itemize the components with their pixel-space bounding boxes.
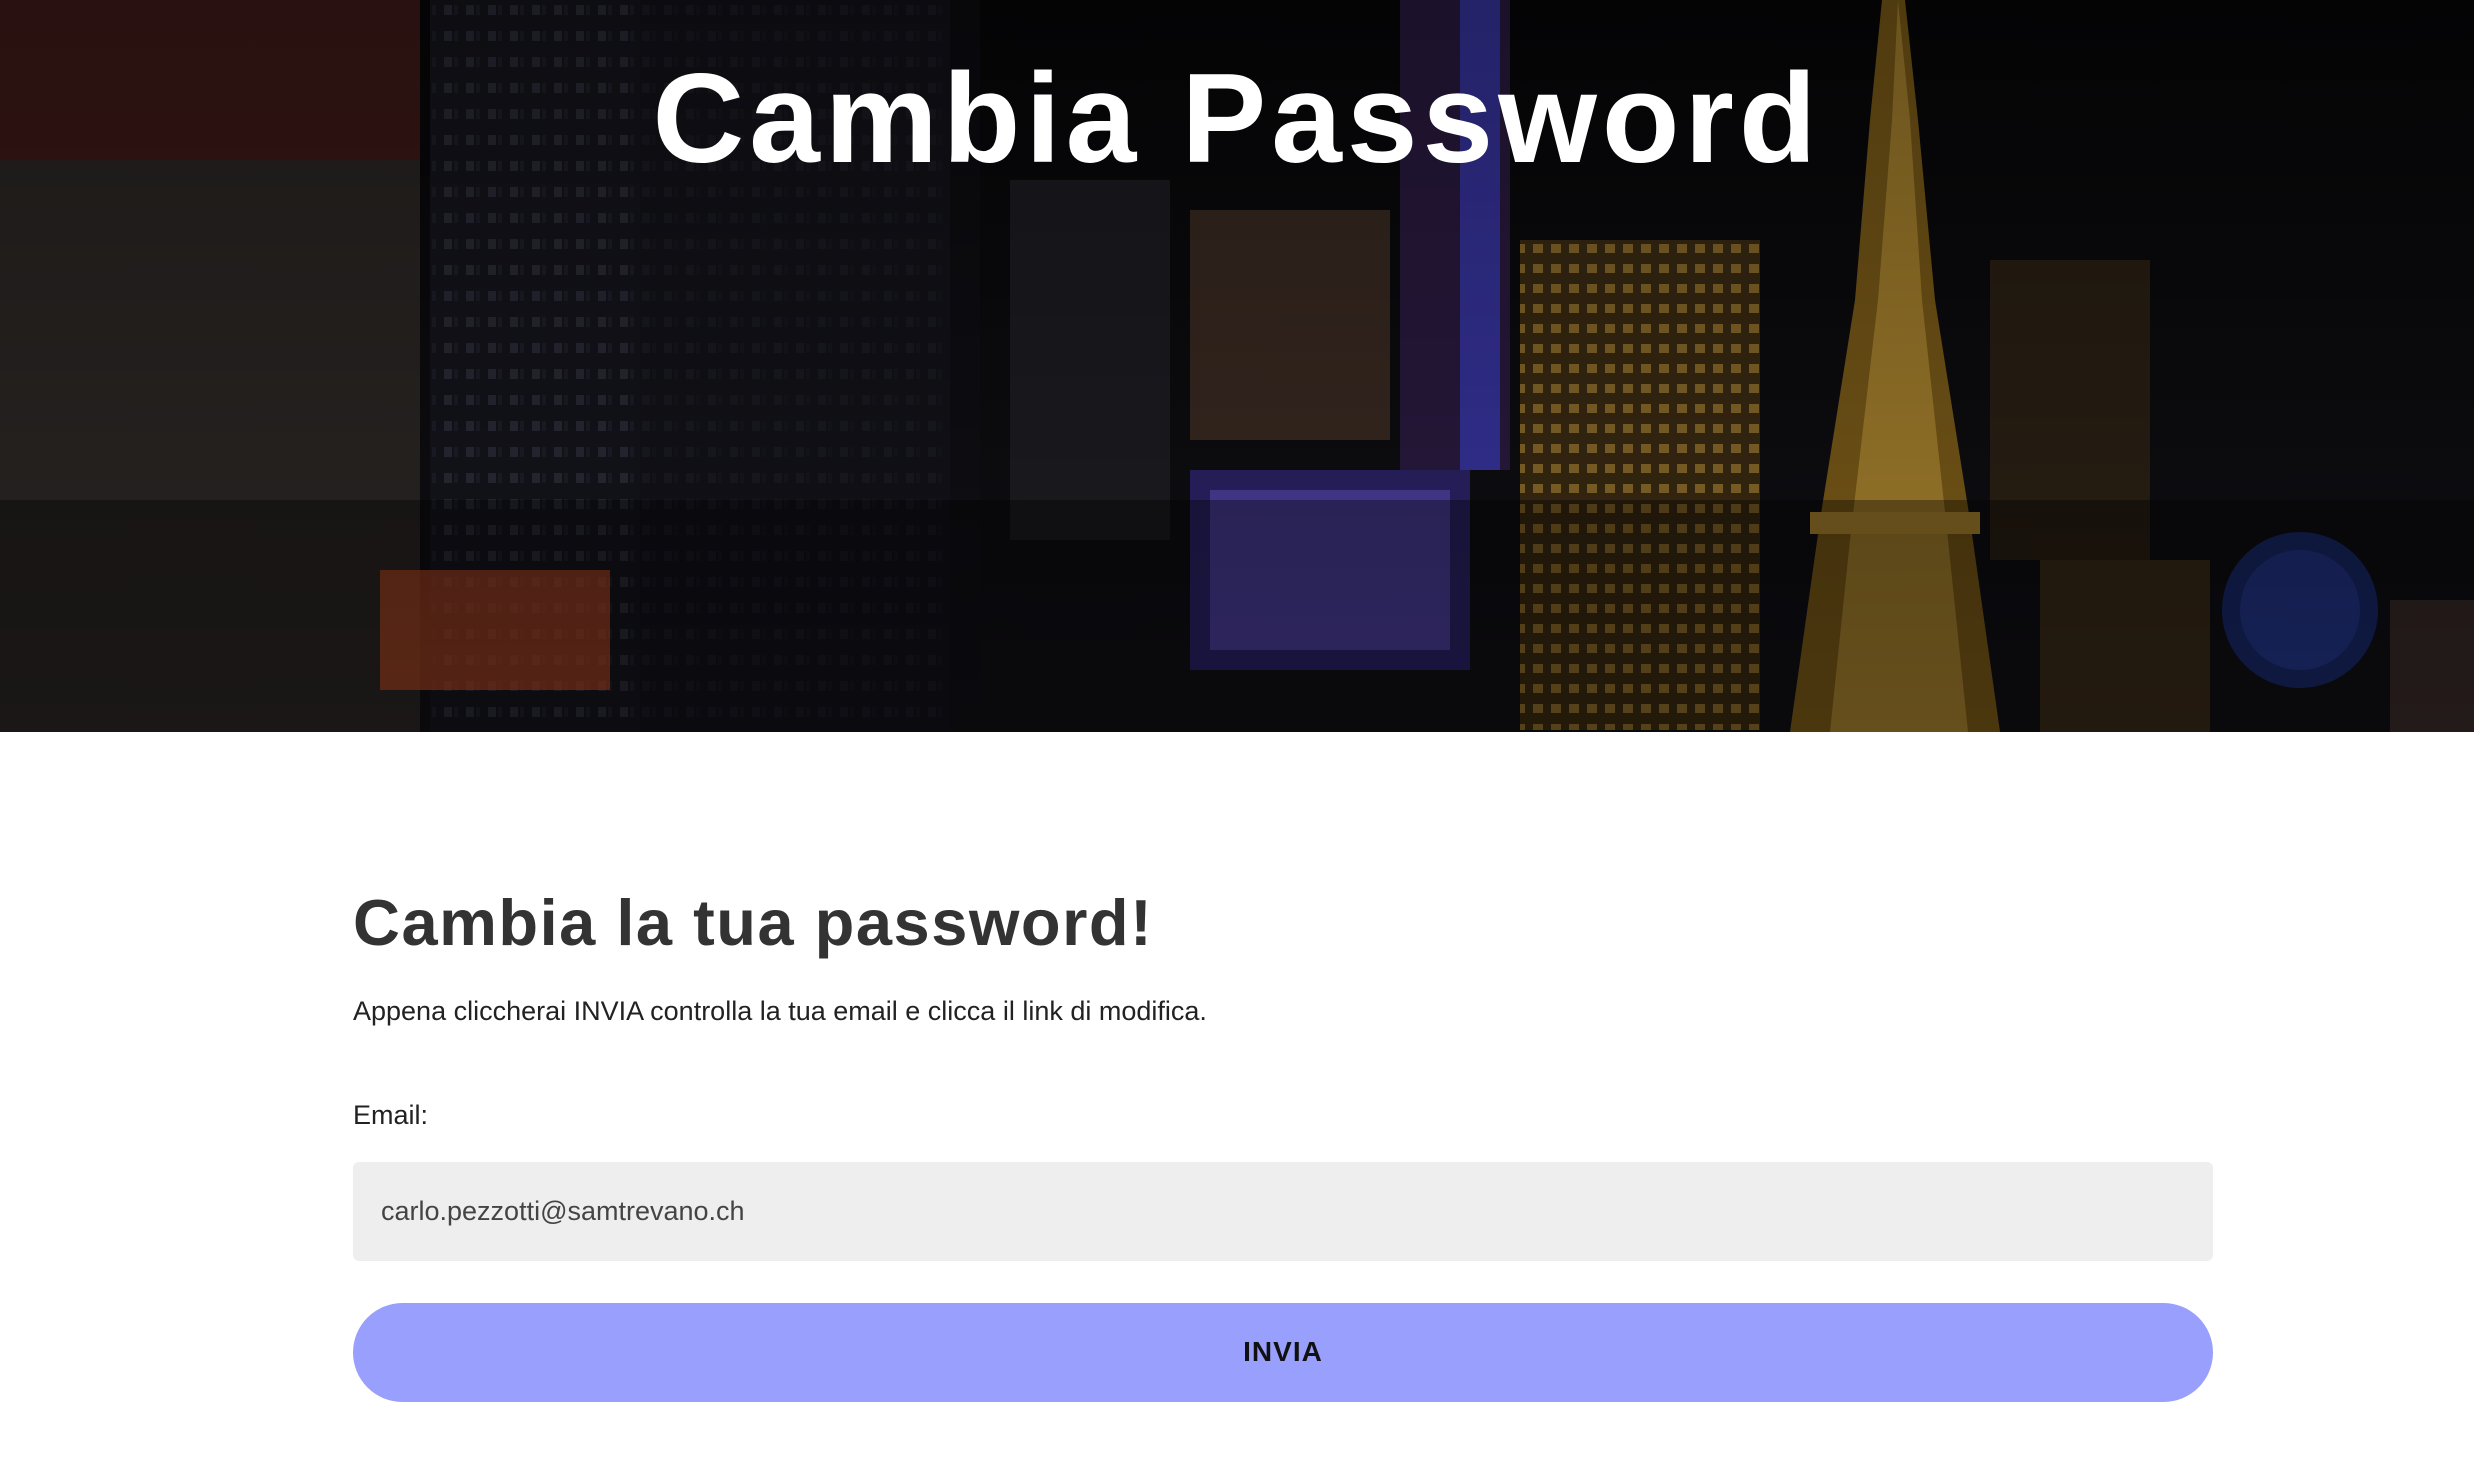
form-intro-text: Appena cliccherai INVIA controlla la tua… <box>353 996 1207 1026</box>
password-reset-form: Cambia la tua password! Appena clicchera… <box>353 890 2213 1402</box>
hero-banner: Cambia Password <box>0 0 2474 732</box>
submit-button[interactable]: INVIA <box>353 1302 2213 1402</box>
email-field[interactable] <box>353 1161 2213 1261</box>
form-heading: Cambia la tua password! <box>353 886 1154 959</box>
email-label: Email: <box>353 1100 429 1131</box>
page-title: Cambia Password <box>652 47 1822 189</box>
